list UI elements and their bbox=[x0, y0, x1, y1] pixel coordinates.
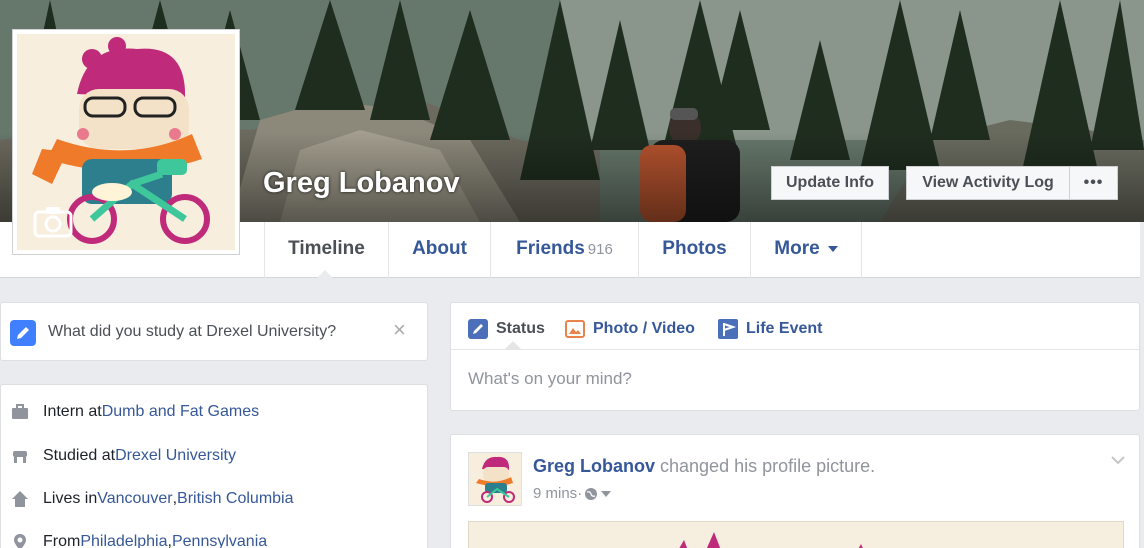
friends-count: 916 bbox=[587, 241, 613, 258]
graduation-cap-icon bbox=[13, 451, 27, 463]
intro-from: From Philadelphia, Pennsylvania bbox=[11, 533, 267, 548]
post-photo-illustration bbox=[679, 532, 863, 548]
more-options-button[interactable]: ••• bbox=[1069, 166, 1118, 200]
profile-picture[interactable] bbox=[12, 29, 240, 255]
avatar-thumbnail bbox=[476, 456, 515, 503]
tab-more[interactable]: More bbox=[750, 222, 862, 278]
post-author-link[interactable]: Greg Lobanov bbox=[533, 456, 655, 476]
photo-icon bbox=[565, 320, 585, 338]
city-link[interactable]: Vancouver bbox=[97, 490, 172, 508]
intro-lives: Lives in Vancouver, British Columbia bbox=[11, 490, 294, 508]
view-activity-log-button[interactable]: View Activity Log bbox=[906, 166, 1070, 200]
chevron-down-icon bbox=[827, 245, 838, 252]
privacy-dropdown-icon[interactable] bbox=[601, 490, 612, 497]
work-link[interactable]: Dumb and Fat Games bbox=[102, 403, 259, 421]
close-icon[interactable]: × bbox=[393, 317, 406, 343]
active-tab-indicator bbox=[316, 270, 334, 279]
post-composer: Status Photo / Video Life Event What's o… bbox=[450, 302, 1140, 411]
profile-question-text[interactable]: What did you study at Drexel University? bbox=[48, 323, 336, 341]
tab-friends[interactable]: Friends 916 bbox=[490, 222, 638, 278]
post-avatar[interactable] bbox=[468, 452, 522, 506]
profile-name[interactable]: Greg Lobanov bbox=[263, 167, 460, 200]
intro-work: Intern at Dumb and Fat Games bbox=[11, 403, 259, 421]
post-timestamp[interactable]: 9 mins bbox=[533, 485, 577, 502]
timeline-post: Greg Lobanov changed his profile picture… bbox=[450, 434, 1140, 548]
flag-icon bbox=[718, 319, 738, 339]
intro-education: Studied at Drexel University bbox=[11, 447, 236, 465]
post-photo[interactable] bbox=[468, 521, 1124, 548]
briefcase-icon bbox=[12, 404, 28, 419]
composer-tab-photo-video[interactable]: Photo / Video bbox=[565, 319, 695, 339]
region-link[interactable]: British Columbia bbox=[177, 490, 293, 508]
home-icon bbox=[12, 491, 28, 507]
profile-question-card: What did you study at Drexel University?… bbox=[0, 302, 428, 361]
pencil-icon bbox=[10, 320, 36, 346]
globe-icon bbox=[585, 487, 598, 500]
intro-card: Intern at Dumb and Fat Games Studied at … bbox=[0, 384, 428, 548]
chevron-down-icon[interactable] bbox=[1110, 455, 1126, 465]
tab-about[interactable]: About bbox=[388, 222, 490, 278]
hometown-link[interactable]: Philadelphia bbox=[80, 533, 167, 548]
school-link[interactable]: Drexel University bbox=[115, 447, 236, 465]
update-info-button[interactable]: Update Info bbox=[771, 166, 889, 200]
home-region-link[interactable]: Pennsylvania bbox=[172, 533, 267, 548]
post-header: Greg Lobanov changed his profile picture… bbox=[533, 456, 876, 476]
pencil-icon bbox=[468, 319, 488, 339]
post-meta: 9 mins · bbox=[533, 485, 612, 502]
map-pin-icon bbox=[14, 534, 26, 548]
camera-icon[interactable] bbox=[33, 204, 73, 238]
tab-photos[interactable]: Photos bbox=[638, 222, 750, 278]
composer-input[interactable]: What's on your mind? bbox=[468, 369, 632, 389]
composer-tab-status[interactable]: Status bbox=[468, 319, 545, 339]
composer-tab-life-event[interactable]: Life Event bbox=[718, 319, 822, 339]
